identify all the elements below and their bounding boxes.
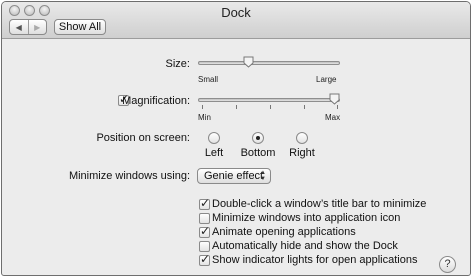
position-left-radio[interactable] [208,132,220,144]
minimize-effect-value: Genie effect [204,170,264,182]
minimize-label: Minimize windows using: [68,170,190,182]
popup-arrows-icon: ▲ ▼ [260,170,266,182]
size-slider-track[interactable] [198,61,340,65]
indicator-lights-label: Show indicator lights for open applicati… [212,254,418,266]
minimize-into-icon-label: Minimize windows into application icon [212,212,401,224]
title-bar: Dock ◀ ▶ Show All [2,2,470,39]
back-forward-control: ◀ ▶ [9,19,47,35]
magnification-label: Magnification: [122,95,190,107]
size-min-label: Small [198,75,219,84]
position-bottom-label: Bottom [240,147,276,159]
magnification-tick [236,105,237,109]
show-all-button[interactable]: Show All [54,19,106,35]
position-right-label: Right [289,147,315,159]
dock-preferences-window: Dock ◀ ▶ Show All Size: Small Large Magn… [1,1,471,276]
indicator-lights-checkbox[interactable] [199,252,210,266]
auto-hide-dock-checkbox[interactable] [199,241,210,252]
back-button[interactable]: ◀ [10,20,28,34]
minimize-into-icon-checkbox[interactable] [199,213,210,224]
forward-button[interactable]: ▶ [27,20,47,34]
animate-opening-label: Animate opening applications [212,226,356,238]
magnification-tick [337,105,338,109]
position-left-label: Left [204,147,224,159]
minimize-effect-popup[interactable]: Genie effect ▲ ▼ [197,168,271,184]
animate-opening-checkbox[interactable] [199,224,210,238]
position-label: Position on screen: [96,132,190,144]
magnification-slider-track[interactable] [198,98,340,102]
magnification-tick [304,105,305,109]
size-label: Size: [165,58,190,70]
double-click-minimize-label: Double-click a window’s title bar to min… [212,198,427,210]
double-click-minimize-checkbox[interactable] [199,196,210,210]
size-max-label: Large [316,75,337,84]
auto-hide-dock-label: Automatically hide and show the Dock [212,240,398,252]
size-slider-thumb[interactable] [243,56,254,68]
magnification-min-label: Min [198,113,211,122]
magnification-tick [270,105,271,109]
window-title: Dock [221,5,251,20]
help-button[interactable]: ? [439,256,456,273]
magnification-max-label: Max [325,113,341,122]
position-right-radio[interactable] [296,132,308,144]
position-bottom-radio[interactable] [252,132,264,144]
magnification-slider-thumb[interactable] [329,93,340,105]
magnification-tick [202,105,203,109]
